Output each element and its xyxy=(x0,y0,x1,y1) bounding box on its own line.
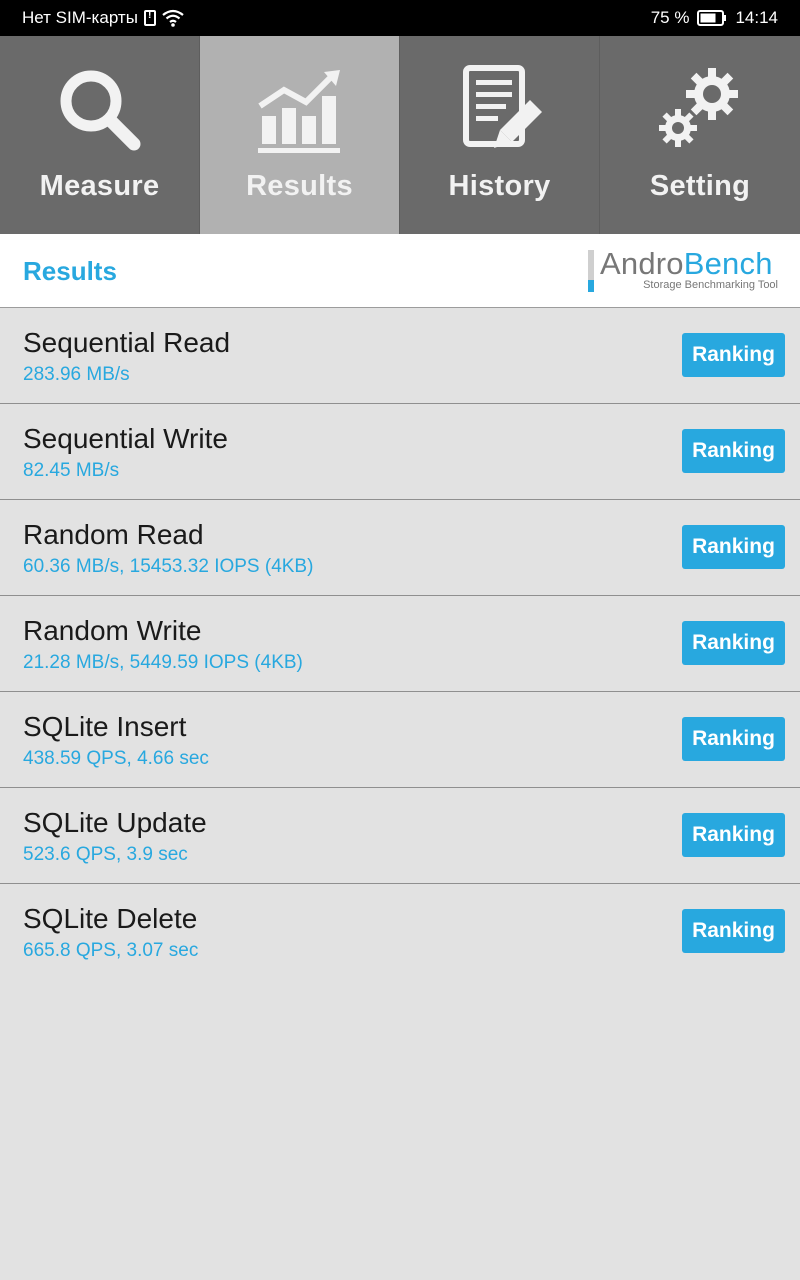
tab-measure-label: Measure xyxy=(39,170,160,202)
battery-percent: 75 % xyxy=(650,8,690,27)
ranking-button[interactable]: Ranking xyxy=(682,717,785,761)
ranking-button[interactable]: Ranking xyxy=(682,813,785,857)
result-value: 438.59 QPS, 4.66 sec xyxy=(23,748,209,769)
ranking-button[interactable]: Ranking xyxy=(682,333,785,377)
results-list: Sequential Read 283.96 MB/s Ranking Sequ… xyxy=(0,308,800,980)
tab-history[interactable]: History xyxy=(400,36,600,234)
tab-results-label: Results xyxy=(246,170,353,202)
document-edit-icon xyxy=(462,65,542,148)
clock: 14:14 xyxy=(735,8,778,27)
page-title: Results xyxy=(23,256,117,286)
bar-chart-icon xyxy=(257,70,340,153)
tab-results[interactable]: Results xyxy=(200,36,400,234)
list-item: SQLite Delete 665.8 QPS, 3.07 sec Rankin… xyxy=(0,884,800,980)
tab-bar: Measure Results History Setting xyxy=(0,36,800,234)
result-title: Random Write xyxy=(23,615,202,646)
battery-icon xyxy=(697,10,727,26)
list-item: SQLite Update 523.6 QPS, 3.9 sec Ranking xyxy=(0,788,800,884)
result-title: SQLite Insert xyxy=(23,711,187,742)
result-title: SQLite Update xyxy=(23,807,207,838)
wifi-icon xyxy=(162,9,184,27)
ranking-button[interactable]: Ranking xyxy=(682,909,785,953)
tab-measure[interactable]: Measure xyxy=(0,36,200,234)
ranking-button[interactable]: Ranking xyxy=(682,525,785,569)
ranking-button[interactable]: Ranking xyxy=(682,621,785,665)
ranking-button[interactable]: Ranking xyxy=(682,429,785,473)
list-item: Random Read 60.36 MB/s, 15453.32 IOPS (4… xyxy=(0,500,800,596)
result-title: Sequential Read xyxy=(23,327,231,358)
result-value: 283.96 MB/s xyxy=(23,364,130,385)
result-title: Sequential Write xyxy=(23,423,228,454)
logo-text: AndroBench xyxy=(600,246,773,282)
result-title: Random Read xyxy=(23,519,204,550)
magnifier-icon xyxy=(60,70,140,151)
gears-icon xyxy=(659,68,738,147)
status-right: 75 % 14:14 xyxy=(651,8,778,28)
results-header: Results AndroBench Storage Benchmarking … xyxy=(0,234,800,308)
androbench-logo: AndroBench Storage Benchmarking Tool xyxy=(588,246,778,296)
result-value: 665.8 QPS, 3.07 sec xyxy=(23,940,199,961)
list-item: Sequential Read 283.96 MB/s Ranking xyxy=(0,308,800,404)
status-bar: Нет SIM-карты 75 % 14:14 xyxy=(0,0,800,36)
list-item: Random Write 21.28 MB/s, 5449.59 IOPS (4… xyxy=(0,596,800,692)
logo-tagline: Storage Benchmarking Tool xyxy=(643,279,778,291)
sim-alert-icon xyxy=(143,9,156,26)
result-title: SQLite Delete xyxy=(23,903,198,934)
tab-setting[interactable]: Setting xyxy=(600,36,800,234)
result-value: 82.45 MB/s xyxy=(23,460,120,481)
logo-andro: Andro xyxy=(600,246,684,281)
status-left: Нет SIM-карты xyxy=(22,8,184,28)
carrier-text: Нет SIM-карты xyxy=(22,8,138,27)
result-value: 21.28 MB/s, 5449.59 IOPS (4KB) xyxy=(23,652,303,673)
result-value: 60.36 MB/s, 15453.32 IOPS (4KB) xyxy=(23,556,314,577)
result-value: 523.6 QPS, 3.9 sec xyxy=(23,844,188,865)
tab-setting-label: Setting xyxy=(649,170,751,202)
list-item: SQLite Insert 438.59 QPS, 4.66 sec Ranki… xyxy=(0,692,800,788)
logo-bench: Bench xyxy=(683,246,773,281)
list-item: Sequential Write 82.45 MB/s Ranking xyxy=(0,404,800,500)
tab-history-label: History xyxy=(448,170,551,202)
logo-bar xyxy=(588,250,594,292)
